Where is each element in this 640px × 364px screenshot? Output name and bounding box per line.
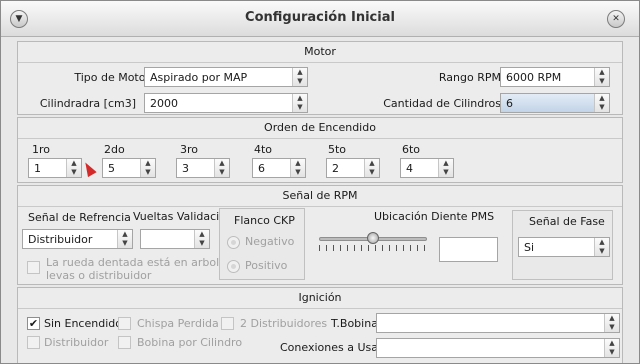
updown-arrows-icon: ▲ ▼ xyxy=(594,238,609,256)
tipo-motor-value: Aspirado por MAP xyxy=(150,71,248,84)
rueda-dentada-label-1: La rueda dentada está en arbol de xyxy=(46,256,237,269)
conexiones-select[interactable]: ▲ ▼ xyxy=(376,338,620,358)
updown-arrows-icon: ▲ ▼ xyxy=(594,68,609,86)
flanco-ckp-title: Flanco CKP xyxy=(234,214,295,227)
rango-rpm-label: Rango RPM xyxy=(438,71,501,84)
title-bar: ▼ Configuración Inicial ✕ xyxy=(1,1,639,37)
positivo-label: Positivo xyxy=(245,259,288,272)
spin-arrows-icon: ▲ ▼ xyxy=(292,94,307,112)
updown-arrows-icon: ▲ ▼ xyxy=(604,339,619,357)
close-button[interactable]: ✕ xyxy=(607,10,625,28)
tbobina-label: T.Bobina xyxy=(331,317,378,330)
checkmark-icon: ✔ xyxy=(28,317,39,330)
motor-panel: Motor Tipo de Motor Aspirado por MAP ▲ ▼ … xyxy=(17,41,623,115)
distribuidor-label: Distribuidor xyxy=(44,336,109,349)
tbobina-select[interactable]: ▲ ▼ xyxy=(376,313,620,333)
bobina-cilindro-label: Bobina por Cilindro xyxy=(137,336,243,349)
updown-arrows-icon: ▲ ▼ xyxy=(194,230,209,248)
rueda-dentada-label-2: levas o distribuidor xyxy=(46,269,152,282)
orden-3-spinbox[interactable]: 3 ▲ ▼ xyxy=(176,158,230,178)
vueltas-validacion-select[interactable]: ▲ ▼ xyxy=(140,229,210,249)
orden-2-value: 5 xyxy=(108,162,115,175)
rango-rpm-value: 6000 RPM xyxy=(506,71,562,84)
spin-arrows-icon: ▲ ▼ xyxy=(66,159,81,177)
orden-3-value: 3 xyxy=(182,162,189,175)
senal-fase-title: Señal de Fase xyxy=(529,215,605,228)
orden-4-value: 6 xyxy=(258,162,265,175)
close-icon: ✕ xyxy=(612,14,620,24)
orden-2-label: 2do xyxy=(104,143,125,156)
orden-4-spinbox[interactable]: 6 ▲ ▼ xyxy=(252,158,306,178)
orden-6-spinbox[interactable]: 4 ▲ ▼ xyxy=(400,158,454,178)
cilindrada-label: Cilindradra [cm3] xyxy=(39,97,136,110)
sin-encendido-label: Sin Encendido xyxy=(44,317,122,330)
senal-fase-select[interactable]: Si ▲ ▼ xyxy=(518,237,610,257)
distribuidor-checkbox[interactable] xyxy=(27,336,40,349)
cantidad-cilindros-select[interactable]: 6 ▲ ▼ xyxy=(500,93,610,113)
updown-arrows-icon: ▲ ▼ xyxy=(117,230,132,248)
orden-5-value: 2 xyxy=(332,162,339,175)
updown-arrows-icon: ▲ ▼ xyxy=(604,314,619,332)
senal-fase-value: Si xyxy=(524,241,535,254)
orden-2-spinbox[interactable]: 5 ▲ ▼ xyxy=(102,158,156,178)
negativo-radio[interactable] xyxy=(227,236,240,249)
rango-rpm-select[interactable]: 6000 RPM ▲ ▼ xyxy=(500,67,610,87)
bobina-cilindro-checkbox[interactable] xyxy=(118,336,131,349)
cilindrada-input[interactable]: 2000 ▲ ▼ xyxy=(144,93,308,113)
spin-arrows-icon: ▲ ▼ xyxy=(140,159,155,177)
senal-fase-group: Señal de Fase Si ▲ ▼ xyxy=(512,210,613,280)
motor-panel-title: Motor xyxy=(304,45,336,58)
conexiones-label: Conexiones a Usar xyxy=(280,341,383,354)
flanco-ckp-group: Flanco CKP Negativo Positivo xyxy=(219,208,305,280)
tipo-motor-select[interactable]: Aspirado por MAP ▲ ▼ xyxy=(144,67,308,87)
senal-referencia-value: Distribuidor xyxy=(28,233,93,246)
cilindrada-value: 2000 xyxy=(150,97,178,110)
dos-distribuidores-label: 2 Distribuidores xyxy=(240,317,328,330)
ubicacion-diente-input[interactable] xyxy=(439,237,498,262)
senal-referencia-label: Señal de Refrencia xyxy=(28,211,131,224)
ubicacion-diente-label: Ubicación Diente PMS xyxy=(374,210,495,223)
updown-arrows-icon: ▲ ▼ xyxy=(594,94,609,112)
slider-ticks xyxy=(319,245,427,251)
orden-1-spinbox[interactable]: 1 ▲ ▼ xyxy=(28,158,82,178)
orden-1-value: 1 xyxy=(34,162,41,175)
senal-rpm-panel: Señal de RPM Señal de Refrencia Distribu… xyxy=(17,185,623,285)
positivo-radio[interactable] xyxy=(227,260,240,273)
sin-encendido-checkbox[interactable]: ✔ xyxy=(27,317,40,330)
ignicion-panel-title: Ignición xyxy=(298,291,342,304)
dos-distribuidores-checkbox[interactable] xyxy=(221,317,234,330)
spin-arrows-icon: ▲ ▼ xyxy=(438,159,453,177)
chispa-perdida-label: Chispa Perdida xyxy=(137,317,219,330)
orden-6-value: 4 xyxy=(406,162,413,175)
window-title: Configuración Inicial xyxy=(245,10,395,25)
orden-panel-title: Orden de Encendido xyxy=(264,121,376,134)
ignicion-panel: Ignición ✔ Sin Encendido Chispa Perdida … xyxy=(17,287,623,363)
rueda-dentada-checkbox[interactable] xyxy=(27,261,40,274)
vueltas-validacion-label: Vueltas Validación xyxy=(133,210,233,223)
spin-arrows-icon: ▲ ▼ xyxy=(364,159,379,177)
orden-1-label: 1ro xyxy=(32,143,51,156)
cantidad-cilindros-label: Cantidad de Cilindros xyxy=(383,97,501,110)
senal-referencia-select[interactable]: Distribuidor ▲ ▼ xyxy=(22,229,133,249)
spin-arrows-icon: ▲ ▼ xyxy=(290,159,305,177)
chispa-perdida-checkbox[interactable] xyxy=(118,317,131,330)
diente-pms-slider-handle[interactable] xyxy=(367,232,379,244)
rpm-panel-title: Señal de RPM xyxy=(282,189,358,202)
orden-4-label: 4to xyxy=(254,143,273,156)
orden-3-label: 3ro xyxy=(180,143,199,156)
negativo-label: Negativo xyxy=(245,235,295,248)
config-window: ▼ Configuración Inicial ✕ Motor Tipo de … xyxy=(0,0,640,364)
orden-5-spinbox[interactable]: 2 ▲ ▼ xyxy=(326,158,380,178)
tipo-motor-label: Tipo de Motor xyxy=(74,71,150,84)
orden-5-label: 5to xyxy=(328,143,347,156)
orden-6-label: 6to xyxy=(402,143,421,156)
orden-encendido-panel: Orden de Encendido 1ro 1 ▲ ▼ 2do 5 ▲ ▼ 3ro… xyxy=(17,117,623,183)
spin-arrows-icon: ▲ ▼ xyxy=(214,159,229,177)
cantidad-cilindros-value: 6 xyxy=(506,97,513,110)
updown-arrows-icon: ▲ ▼ xyxy=(292,68,307,86)
